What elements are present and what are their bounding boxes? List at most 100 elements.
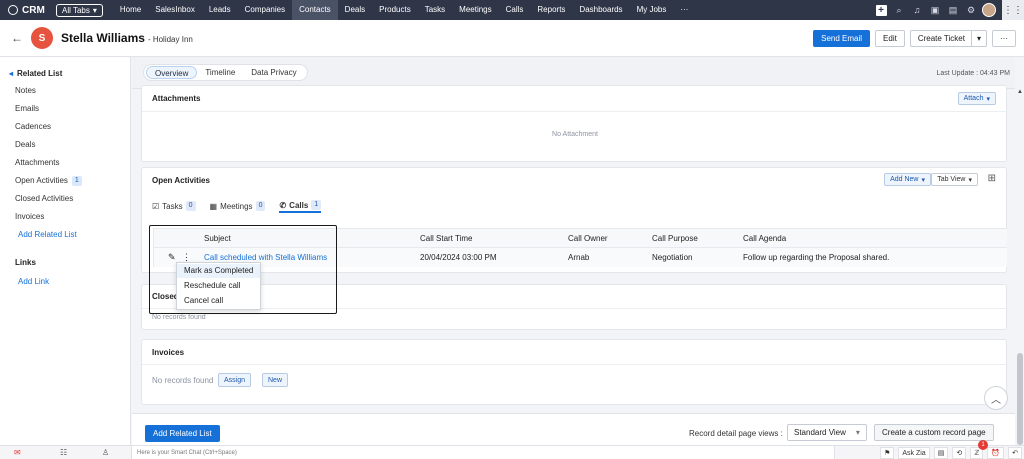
attachments-card: Attachments Attach ▾ No Attachment — [141, 85, 1008, 162]
col-call-start-time[interactable]: Call Start Time — [420, 234, 472, 243]
undo-icon[interactable]: ↶ — [1008, 447, 1022, 459]
subtab-calls[interactable]: ✆ Calls 1 — [279, 199, 322, 213]
vertical-scrollbar[interactable]: ▲ — [1016, 57, 1024, 445]
tab-view-label: Tab View — [937, 176, 966, 183]
nav-tasks[interactable]: Tasks — [418, 0, 452, 20]
nav-contacts[interactable]: Contacts — [292, 0, 338, 20]
record-view-select[interactable]: Standard View ▾ — [787, 424, 867, 441]
related-list-title[interactable]: ◂ Related List — [9, 69, 130, 78]
phone-icon: ✆ — [279, 200, 287, 210]
sidebar-item-invoices[interactable]: Invoices — [15, 208, 130, 226]
nav-salesinbox[interactable]: SalesInbox — [148, 0, 202, 20]
menu-item-cancel-call[interactable]: Cancel call — [177, 294, 260, 308]
new-invoice-button[interactable]: New — [262, 373, 289, 387]
sidebar-item-closed-activities[interactable]: Closed Activities — [15, 190, 130, 208]
col-call-owner[interactable]: Call Owner — [568, 234, 608, 243]
nav-dashboards[interactable]: Dashboards — [572, 0, 629, 20]
nav-deals[interactable]: Deals — [338, 0, 372, 20]
invoices-card: Invoices No records found Assign New — [141, 339, 1008, 405]
gear-icon[interactable]: ⚙ — [962, 0, 980, 20]
edit-pencil-icon[interactable]: ✎ — [168, 252, 176, 263]
sidebar-item-deals[interactable]: Deals — [15, 136, 130, 154]
crm-logo[interactable]: CRM — [0, 5, 56, 16]
related-list-sidebar: ◂ Related List Notes Emails Cadences Dea… — [0, 57, 131, 445]
sidebar-item-notes[interactable]: Notes — [15, 82, 130, 100]
subtab-label: Meetings — [220, 201, 253, 211]
bell-icon[interactable]: ♫ — [908, 0, 926, 20]
attach-button[interactable]: Attach ▾ — [957, 92, 996, 105]
nav-products[interactable]: Products — [372, 0, 418, 20]
col-call-purpose[interactable]: Call Purpose — [652, 234, 698, 243]
add-related-list-button[interactable]: Add Related List — [145, 425, 220, 442]
col-subject[interactable]: Subject — [204, 234, 231, 243]
create-custom-page-button[interactable]: Create a custom record page — [874, 424, 994, 441]
nav-leads[interactable]: Leads — [202, 0, 238, 20]
links-title: Links — [15, 258, 36, 267]
chevron-down-icon[interactable]: ▾ — [970, 31, 986, 46]
table-row[interactable]: ✎ ⋮ Call scheduled with Stella Williams … — [154, 248, 1007, 267]
sidebar-item-cadences[interactable]: Cadences — [15, 118, 130, 136]
sidebar-item-emails[interactable]: Emails — [15, 100, 130, 118]
marketplace-icon[interactable]: ▤ — [944, 0, 962, 20]
call-subject-link[interactable]: Call scheduled with Stella Williams — [204, 253, 327, 262]
assign-button[interactable]: Assign — [218, 373, 252, 387]
nav-more[interactable]: ··· — [673, 0, 695, 20]
all-tabs-button[interactable]: All Tabs ▾ — [56, 3, 103, 17]
notes-icon[interactable]: ▤ — [933, 447, 949, 459]
alarm-icon[interactable]: ⏰ — [987, 447, 1005, 459]
add-link-link[interactable]: Add Link — [18, 273, 130, 291]
ask-zia-button[interactable]: Ask Zia — [898, 447, 930, 459]
profile-avatar[interactable] — [980, 0, 998, 20]
tab-timeline[interactable]: Timeline — [197, 66, 243, 79]
record-avatar: S — [31, 27, 53, 49]
scroll-to-top-button[interactable]: ︿ — [984, 386, 1008, 410]
edit-button[interactable]: Edit — [875, 30, 905, 47]
record-company: - Holiday Inn — [147, 34, 193, 44]
subtab-label: Calls — [289, 200, 309, 210]
tab-overview[interactable]: Overview — [146, 66, 198, 79]
nav-companies[interactable]: Companies — [238, 0, 292, 20]
invoices-title: Invoices — [152, 348, 185, 357]
nav-reports[interactable]: Reports — [530, 0, 572, 20]
scroll-up-arrow-icon[interactable]: ▲ — [1017, 89, 1023, 95]
back-arrow-icon[interactable]: ← — [11, 31, 23, 45]
tab-data-privacy[interactable]: Data Privacy — [243, 66, 304, 79]
invoices-empty-text: No records found — [152, 376, 214, 385]
create-button[interactable]: + — [872, 0, 890, 20]
add-new-button[interactable]: Add New ▾ — [884, 173, 931, 186]
subtab-meetings[interactable]: ▦ Meetings 0 — [210, 199, 266, 213]
nav-home[interactable]: Home — [113, 0, 148, 20]
avatar — [982, 3, 996, 17]
tab-view-select[interactable]: Tab View ▾ — [931, 173, 978, 186]
nav-calls[interactable]: Calls — [499, 0, 531, 20]
subtab-tasks[interactable]: ☑ Tasks 0 — [152, 199, 196, 213]
more-actions-button[interactable]: ··· — [992, 30, 1016, 47]
collapse-icon[interactable]: ◂ — [9, 69, 13, 78]
scrollbar-thumb[interactable] — [1017, 353, 1023, 445]
chevron-down-icon: ▾ — [921, 176, 925, 184]
recent-icon[interactable]: ⟲ — [952, 447, 967, 459]
nav-meetings[interactable]: Meetings — [452, 0, 498, 20]
views-label: Record detail page views : — [689, 429, 783, 438]
customize-view-icon[interactable]: ⊞ — [988, 173, 996, 184]
col-call-agenda[interactable]: Call Agenda — [743, 234, 786, 243]
search-icon[interactable]: ⌕ — [890, 0, 908, 20]
table-header: Subject Call Start Time Call Owner Call … — [154, 229, 1007, 248]
sidebar-item-open-activities[interactable]: Open Activities 1 — [15, 172, 130, 190]
apps-grid-icon[interactable]: ⋮⋮ — [1002, 0, 1024, 20]
chat-icon[interactable]: ✉ — [14, 448, 21, 457]
contacts-icon[interactable]: ♙ — [102, 448, 109, 457]
smart-chat-input[interactable]: Here is your Smart Chat (Ctrl+Space) — [131, 446, 835, 459]
sidebar-item-attachments[interactable]: Attachments — [15, 154, 130, 172]
send-email-button[interactable]: Send Email — [813, 30, 871, 47]
announcement-icon[interactable]: ⚑ — [880, 447, 895, 459]
channels-icon[interactable]: ☷ — [60, 448, 67, 457]
menu-item-mark-completed[interactable]: Mark as Completed — [177, 264, 260, 278]
activity-subtabs: ☑ Tasks 0 ▦ Meetings 0 ✆ Calls 1 — [152, 199, 322, 213]
calendar-icon[interactable]: ▣ — [926, 0, 944, 20]
nav-my-jobs[interactable]: My Jobs — [630, 0, 674, 20]
create-ticket-button[interactable]: Create Ticket ▾ — [909, 30, 987, 47]
menu-item-reschedule-call[interactable]: Reschedule call — [177, 279, 260, 293]
add-related-list-link[interactable]: Add Related List — [18, 226, 130, 244]
calendar-icon: ▦ — [209, 201, 218, 211]
